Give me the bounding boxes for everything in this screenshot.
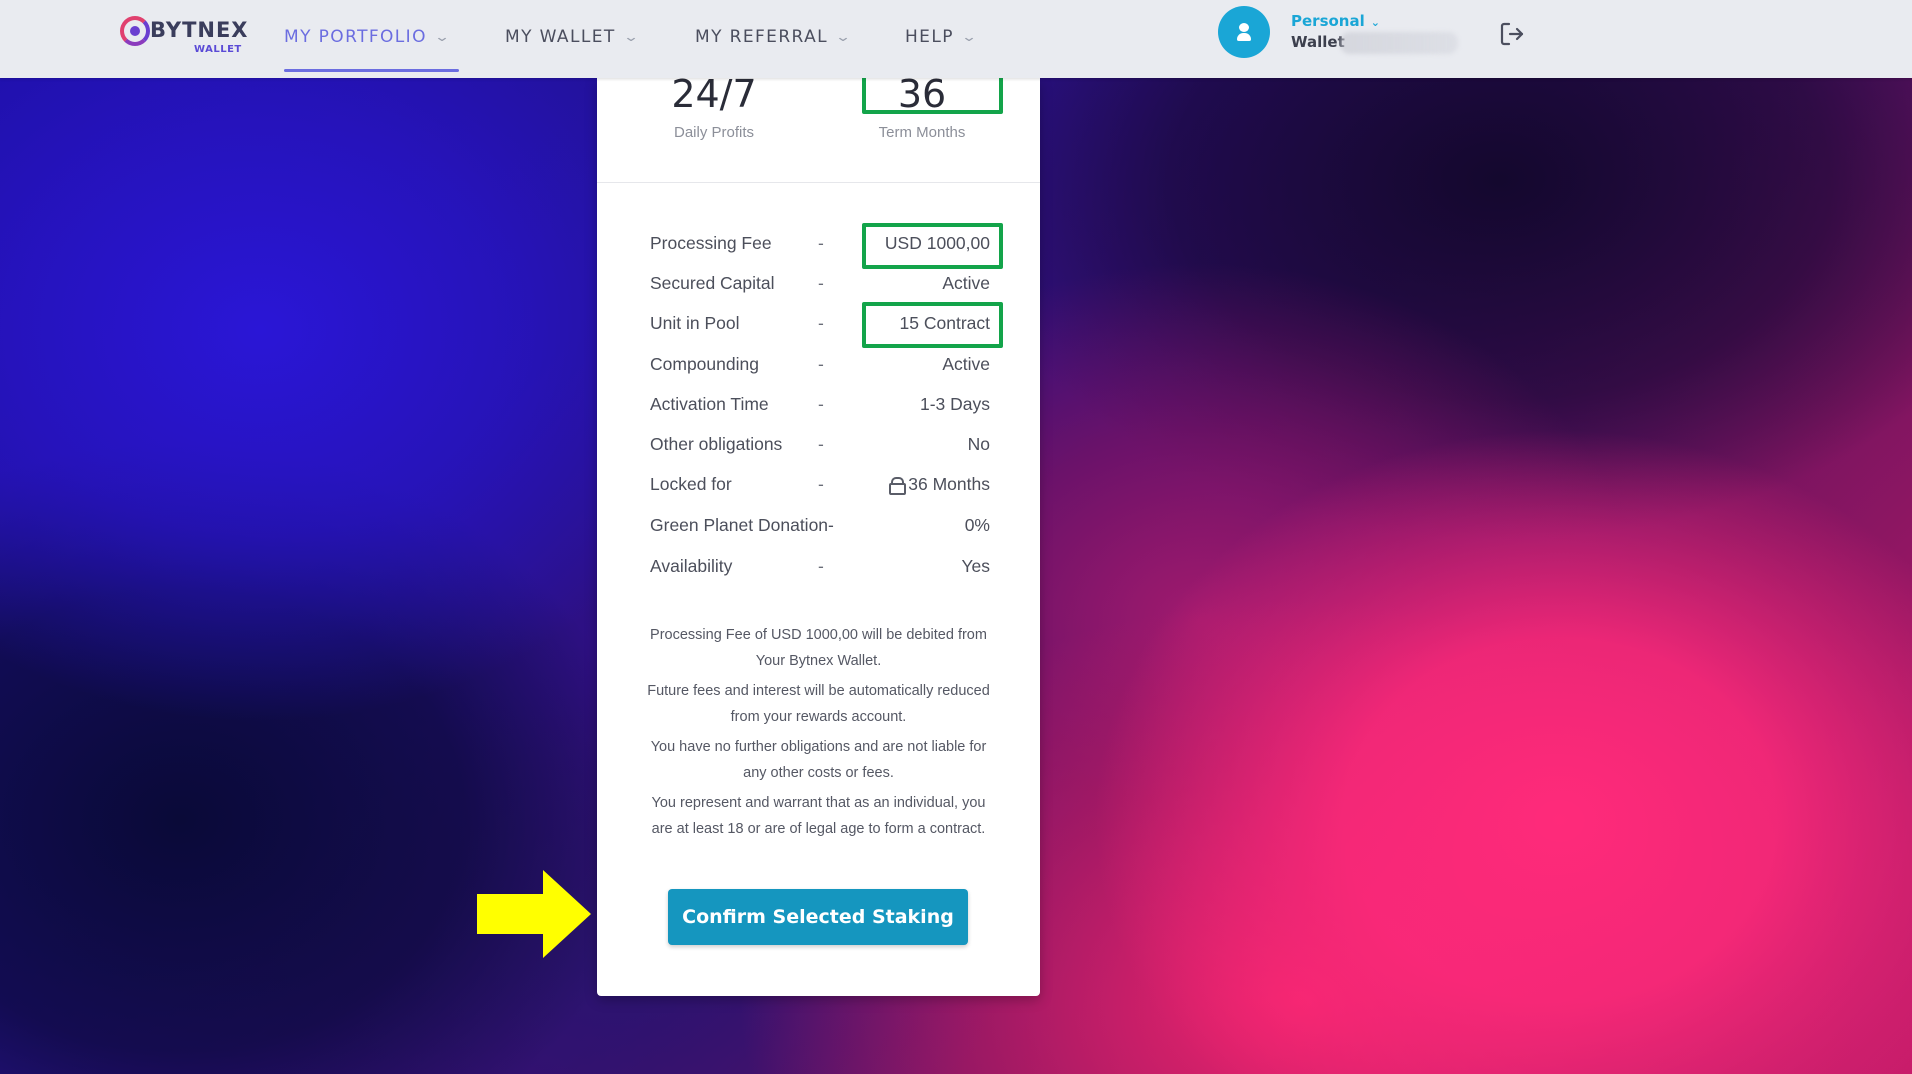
nav-help[interactable]: HELP ⌄ <box>905 20 980 54</box>
nav-my-referral[interactable]: MY REFERRAL ⌄ <box>695 20 854 54</box>
detail-value: 1-3 Days <box>919 394 990 414</box>
annotation-arrow-icon <box>477 870 591 958</box>
detail-value: 15 Contract <box>899 313 990 333</box>
account-type-label: Personal <box>1291 12 1365 30</box>
chevron-down-icon: ⌄ <box>622 29 642 45</box>
detail-key: Processing Fee <box>650 233 772 253</box>
detail-separator: - <box>818 354 824 374</box>
detail-separator: - <box>818 434 824 454</box>
chevron-down-icon: ⌄ <box>834 29 854 45</box>
nav-my-wallet[interactable]: MY WALLET ⌄ <box>505 20 642 54</box>
detail-key: Green Planet Donation- <box>650 515 834 535</box>
detail-value: USD 1000,00 <box>884 233 990 253</box>
detail-separator: - <box>818 313 824 333</box>
detail-key: Unit in Pool <box>650 313 740 333</box>
terms-note: Future fees and interest will be automat… <box>647 683 990 725</box>
section-divider <box>597 182 1040 183</box>
daily-profits-value: 24/7 <box>671 72 757 116</box>
nav-my-portfolio-label: MY PORTFOLIO <box>284 27 427 47</box>
detail-row-other-obligations: Other obligations - No <box>650 430 990 460</box>
detail-key: Other obligations <box>650 434 783 454</box>
detail-row-unit-in-pool: Unit in Pool - 15 Contract <box>650 309 990 339</box>
wallet-label: Wallet <box>1291 33 1345 51</box>
daily-profits-label: Daily Profits <box>673 124 755 141</box>
detail-value: Yes <box>961 556 990 576</box>
detail-value: 36 Months <box>908 474 990 494</box>
detail-row-activation-time: Activation Time - 1-3 Days <box>650 390 990 420</box>
detail-separator: - <box>818 394 824 414</box>
nav-help-label: HELP <box>905 27 954 47</box>
wallet-id-redacted <box>1340 32 1458 54</box>
detail-value: No <box>967 434 990 454</box>
detail-key: Locked for <box>650 474 732 494</box>
user-avatar[interactable] <box>1218 6 1270 58</box>
user-icon-body <box>1237 33 1251 41</box>
top-navigation-bar: BYTNEX WALLET MY PORTFOLIO ⌄ MY WALLET ⌄… <box>0 0 1912 78</box>
detail-separator: - <box>818 273 824 293</box>
detail-row-compounding: Compounding - Active <box>650 350 990 380</box>
detail-value: 0% <box>964 515 990 535</box>
detail-value-wrap: 36 Months <box>889 474 990 495</box>
detail-row-availability: Availability - Yes <box>650 552 990 582</box>
detail-key: Activation Time <box>650 394 769 414</box>
detail-key: Availability <box>650 556 733 576</box>
detail-row-locked-for: Locked for - 36 Months <box>650 470 990 500</box>
detail-row-green-planet-donation: Green Planet Donation- 0% <box>650 511 990 541</box>
detail-separator: - <box>818 556 824 576</box>
brand-name: BYTNEX <box>150 18 249 42</box>
lock-icon <box>889 477 907 495</box>
detail-key: Compounding <box>650 354 759 374</box>
chevron-down-icon: ⌄ <box>1370 16 1380 29</box>
term-months-value: 36 <box>897 72 947 116</box>
terms-note: Processing Fee of USD 1000,00 will be de… <box>650 627 987 669</box>
term-months-label: Term Months <box>878 124 966 141</box>
staking-summary-card: 24/7 Daily Profits 36 Term Months Proces… <box>597 67 1040 996</box>
active-tab-indicator <box>284 69 459 72</box>
nav-my-wallet-label: MY WALLET <box>505 27 616 47</box>
detail-key: Secured Capital <box>650 273 775 293</box>
bytnex-logo[interactable]: BYTNEX WALLET <box>120 14 250 58</box>
account-type-dropdown[interactable]: Personal ⌄ <box>1291 12 1380 30</box>
brand-sub: WALLET <box>194 44 242 55</box>
detail-row-processing-fee: Processing Fee - USD 1000,00 <box>650 229 990 259</box>
terms-note: You have no further obligations and are … <box>650 739 987 781</box>
detail-row-secured-capital: Secured Capital - Active <box>650 269 990 299</box>
user-icon-head <box>1239 23 1249 32</box>
chevron-down-icon: ⌄ <box>433 29 453 45</box>
terms-notes: Processing Fee of USD 1000,00 will be de… <box>642 622 995 846</box>
detail-value: Active <box>942 273 990 293</box>
logo-mark-icon <box>120 16 150 46</box>
detail-value: Active <box>942 354 990 374</box>
nav-my-referral-label: MY REFERRAL <box>695 27 828 47</box>
detail-separator: - <box>818 233 824 253</box>
logout-icon[interactable] <box>1498 20 1526 48</box>
chevron-down-icon: ⌄ <box>960 29 980 45</box>
confirm-selected-staking-button[interactable]: Confirm Selected Staking <box>668 889 968 945</box>
terms-note: You represent and warrant that as an ind… <box>651 795 986 837</box>
nav-my-portfolio[interactable]: MY PORTFOLIO ⌄ <box>284 20 453 54</box>
detail-separator: - <box>818 474 824 494</box>
